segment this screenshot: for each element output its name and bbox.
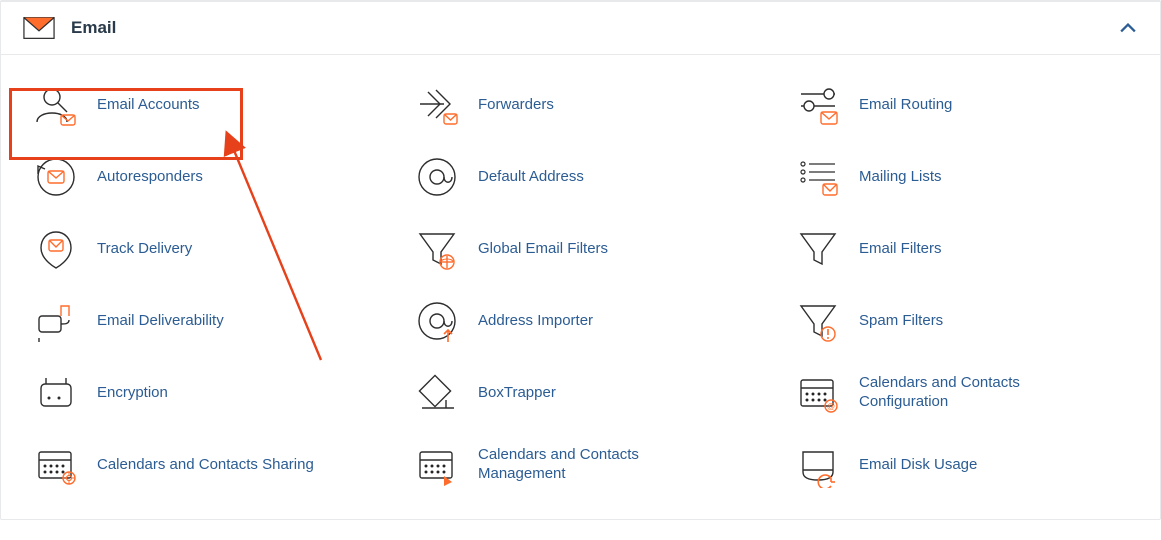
default-address-link[interactable]: Default Address [390,141,771,213]
svg-text:@: @ [827,402,835,411]
email-routing-link[interactable]: Email Routing [771,69,1152,141]
item-label: Autoresponders [97,168,203,187]
calendars-contacts-sharing-icon [33,442,79,488]
item-label: Spam Filters [859,312,943,331]
encryption-link[interactable]: Encryption [9,357,390,429]
email-deliverability-link[interactable]: Email Deliverability [9,285,390,357]
mailing-lists-link[interactable]: Mailing Lists [771,141,1152,213]
item-label: Email Deliverability [97,312,224,331]
item-label: Calendars and Contacts Management [478,446,698,484]
email-filters-icon [795,226,841,272]
encryption-icon [33,370,79,416]
item-label: Calendars and Contacts Sharing [97,456,314,475]
email-tool-grid: Email Accounts Forwarders [1,55,1160,519]
spam-filters-icon [795,298,841,344]
item-label: Email Accounts [97,96,200,115]
calendars-contacts-config-icon: @ [795,370,841,416]
item-label: Default Address [478,168,584,187]
email-disk-usage-link[interactable]: Email Disk Usage [771,429,1152,501]
email-routing-icon [795,82,841,128]
autoresponders-icon [33,154,79,200]
item-label: Mailing Lists [859,168,942,187]
item-label: BoxTrapper [478,384,556,403]
item-label: Encryption [97,384,168,403]
item-label: Email Routing [859,96,952,115]
global-email-filters-icon [414,226,460,272]
email-disk-usage-icon [795,442,841,488]
item-label: Email Filters [859,240,942,259]
default-address-icon [414,154,460,200]
address-importer-icon [414,298,460,344]
boxtrapper-link[interactable]: BoxTrapper [390,357,771,429]
email-accounts-icon [33,82,79,128]
track-delivery-link[interactable]: Track Delivery [9,213,390,285]
email-accounts-link[interactable]: Email Accounts [9,69,390,141]
calendars-contacts-config-link[interactable]: @ Calendars and Contacts Configuration [771,357,1152,429]
item-label: Email Disk Usage [859,456,977,475]
calendars-contacts-management-link[interactable]: Calendars and Contacts Management [390,429,771,501]
mail-icon [23,16,55,40]
item-label: Calendars and Contacts Configuration [859,374,1079,412]
item-label: Address Importer [478,312,593,331]
address-importer-link[interactable]: Address Importer [390,285,771,357]
email-panel: Email Email Accounts [0,0,1161,520]
global-email-filters-link[interactable]: Global Email Filters [390,213,771,285]
forwarders-link[interactable]: Forwarders [390,69,771,141]
mailing-lists-icon [795,154,841,200]
email-filters-link[interactable]: Email Filters [771,213,1152,285]
item-label: Track Delivery [97,240,192,259]
calendars-contacts-sharing-link[interactable]: Calendars and Contacts Sharing [9,429,390,501]
spam-filters-link[interactable]: Spam Filters [771,285,1152,357]
autoresponders-link[interactable]: Autoresponders [9,141,390,213]
track-delivery-icon [33,226,79,272]
boxtrapper-icon [414,370,460,416]
item-label: Forwarders [478,96,554,115]
collapse-chevron-icon[interactable] [1120,23,1136,33]
forwarders-icon [414,82,460,128]
panel-title: Email [71,18,116,38]
panel-header[interactable]: Email [1,2,1160,55]
item-label: Global Email Filters [478,240,608,259]
calendars-contacts-management-icon [414,442,460,488]
email-deliverability-icon [33,298,79,344]
